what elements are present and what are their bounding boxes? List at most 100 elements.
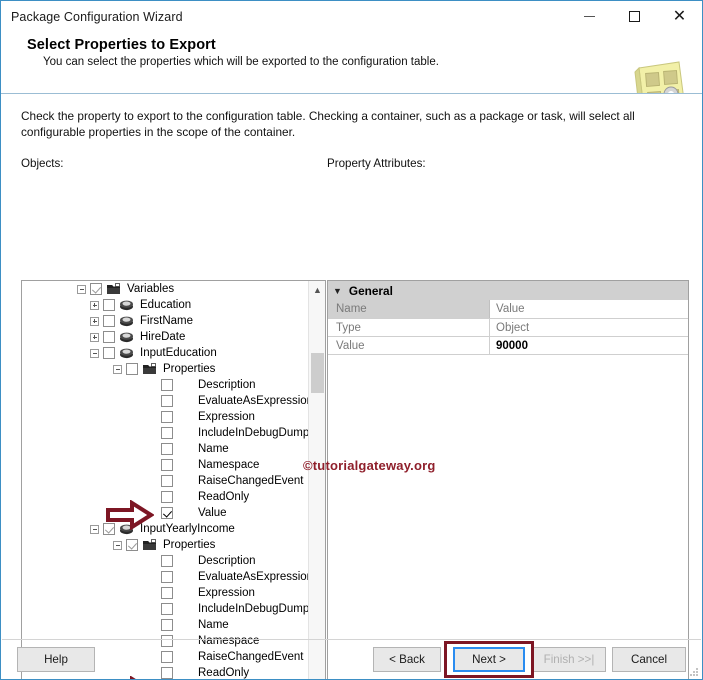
tree-node-checkbox[interactable] (161, 427, 173, 439)
maximize-button[interactable] (612, 1, 657, 32)
tree-node[interactable]: Education (22, 297, 308, 313)
collapse-minus-icon[interactable] (90, 524, 99, 534)
tree-node-checkbox[interactable] (161, 379, 173, 391)
minimize-icon (584, 16, 595, 17)
tree-node-label: Properties (163, 539, 216, 551)
tree-node-label: Description (198, 555, 256, 567)
tree-node[interactable]: EvaluateAsExpression (22, 569, 308, 585)
title-bar: Package Configuration Wizard ✕ (1, 1, 702, 32)
tree-node[interactable]: ReadOnly (22, 489, 308, 505)
tree-node-label: Properties (163, 363, 216, 375)
maximize-icon (629, 11, 640, 22)
tree-vscroll-thumb[interactable] (311, 353, 324, 393)
tree-spacer-icon (148, 429, 157, 438)
tree-node[interactable]: FirstName (22, 313, 308, 329)
property-grid-section-label: General (348, 283, 393, 298)
collapse-minus-icon[interactable] (113, 540, 122, 550)
tree-node-checkbox[interactable] (161, 603, 173, 615)
tree-node[interactable]: Expression (22, 585, 308, 601)
tree-node-checkbox[interactable] (90, 283, 102, 295)
property-type-value[interactable]: Object (489, 318, 688, 336)
tree-node[interactable]: Expression (22, 409, 308, 425)
variable-icon (119, 315, 134, 327)
tree-spacer-icon (148, 589, 157, 598)
wizard-body: Check the property to export to the conf… (1, 108, 702, 679)
tree-node-checkbox[interactable] (161, 411, 173, 423)
tree-node-checkbox[interactable] (126, 539, 138, 551)
tree-node-label: IncludeInDebugDump (198, 427, 308, 439)
tree-node-checkbox[interactable] (161, 491, 173, 503)
tree-icon-spacer (177, 587, 192, 599)
resize-grip-icon[interactable] (689, 667, 699, 677)
expand-plus-icon[interactable] (90, 332, 99, 342)
help-button[interactable]: Help (17, 647, 95, 672)
tree-node-checkbox[interactable] (126, 363, 138, 375)
expand-plus-icon[interactable] (90, 316, 99, 326)
objects-tree[interactable]: Variables Education FirstName HireDate Input… (22, 281, 308, 679)
tree-node-checkbox[interactable] (161, 651, 173, 663)
tree-node-checkbox[interactable] (161, 443, 173, 455)
property-grid-section-header[interactable]: ▼ General (328, 281, 688, 300)
tree-node-checkbox[interactable] (161, 395, 173, 407)
tree-node[interactable]: IncludeInDebugDump (22, 425, 308, 441)
collapse-minus-icon[interactable] (90, 348, 99, 358)
tree-node[interactable]: HireDate (22, 329, 308, 345)
tree-node-checkbox[interactable] (161, 619, 173, 631)
property-row-value[interactable]: Value 90000 (328, 336, 688, 354)
tree-node-checkbox[interactable] (103, 299, 115, 311)
collapse-minus-icon[interactable] (113, 364, 122, 374)
tree-node[interactable]: Description (22, 377, 308, 393)
cancel-button[interactable]: Cancel (612, 647, 686, 672)
tree-node-label: Education (140, 299, 192, 311)
tree-node-label: Variables (127, 283, 175, 295)
property-row-type[interactable]: Type Object (328, 318, 688, 336)
property-attributes-grid[interactable]: ▼ General Name Value Type Object Value 9… (327, 280, 689, 679)
tree-icon-spacer (177, 459, 192, 471)
expand-plus-icon[interactable] (90, 300, 99, 310)
tree-node[interactable]: IncludeInDebugDump (22, 601, 308, 617)
watermark: ©tutorialgateway.org (303, 458, 436, 473)
tree-node[interactable]: Variables (22, 281, 308, 297)
tree-vertical-scrollbar[interactable]: ▲ ▼ (308, 281, 325, 679)
tree-node-checkbox[interactable] (161, 571, 173, 583)
tree-node-checkbox[interactable] (161, 507, 173, 519)
tree-node[interactable]: EvaluateAsExpression (22, 393, 308, 409)
tree-node[interactable]: Properties (22, 537, 308, 553)
tree-node-checkbox[interactable] (103, 331, 115, 343)
back-button[interactable]: < Back (373, 647, 441, 672)
tree-icon-spacer (177, 667, 192, 679)
minimize-button[interactable] (567, 1, 612, 32)
chevron-down-icon[interactable]: ▼ (333, 286, 342, 296)
tree-node-label: Namespace (198, 459, 260, 471)
scroll-up-arrow-icon[interactable]: ▲ (309, 281, 325, 298)
next-button[interactable]: Next > (453, 647, 525, 672)
tree-node-checkbox[interactable] (161, 459, 173, 471)
tree-node[interactable]: InputYearlyIncome (22, 521, 308, 537)
tree-node-checkbox[interactable] (161, 667, 173, 679)
tree-node-checkbox[interactable] (161, 587, 173, 599)
tree-node-label: Expression (198, 587, 255, 599)
tree-node[interactable]: Properties (22, 361, 308, 377)
close-button[interactable]: ✕ (657, 1, 702, 32)
tree-node-checkbox[interactable] (161, 475, 173, 487)
folder-icon (142, 363, 157, 375)
collapse-minus-icon[interactable] (77, 284, 86, 294)
tree-node[interactable]: InputEducation (22, 345, 308, 361)
tree-node-checkbox[interactable] (103, 315, 115, 327)
tree-node-label: Namespace (198, 635, 260, 647)
property-row-name[interactable]: Name Value (328, 300, 688, 318)
tree-node-checkbox[interactable] (161, 635, 173, 647)
tree-node-label: Name (198, 619, 229, 631)
tree-node[interactable]: Value (22, 505, 308, 521)
tree-node[interactable]: Name (22, 617, 308, 633)
property-value-value[interactable]: 90000 (489, 336, 688, 354)
property-name-value[interactable]: Value (489, 300, 688, 318)
tree-node[interactable]: Name (22, 441, 308, 457)
tree-node-label: Description (198, 379, 256, 391)
tree-node[interactable]: Namespace (22, 457, 308, 473)
tree-node[interactable]: Description (22, 553, 308, 569)
tree-node[interactable]: RaiseChangedEvent (22, 473, 308, 489)
tree-node-checkbox[interactable] (161, 555, 173, 567)
tree-node-checkbox[interactable] (103, 347, 115, 359)
tree-node-label: EvaluateAsExpression (198, 571, 308, 583)
